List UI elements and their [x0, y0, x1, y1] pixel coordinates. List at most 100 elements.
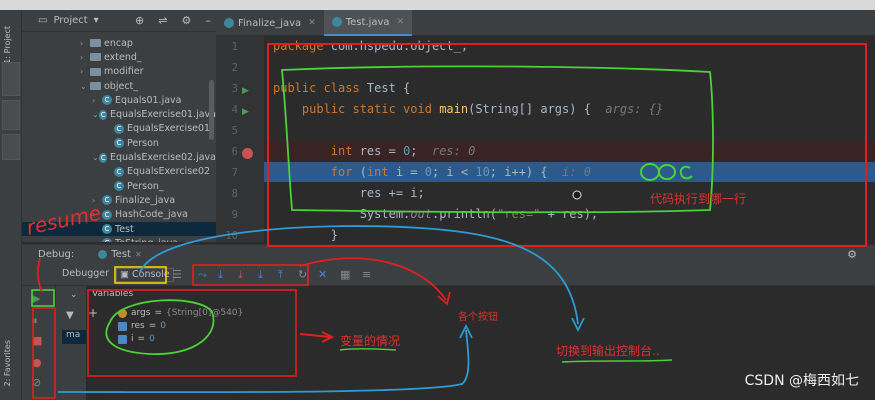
class-icon	[224, 18, 234, 28]
force-step-into-icon[interactable]: ⤓	[258, 268, 263, 282]
close-icon[interactable]: ✕	[308, 18, 316, 28]
layout-icon[interactable]: ≡	[362, 268, 371, 281]
equals-sign: =	[154, 308, 163, 318]
left-tool-strip: 1: Project 2: Favorites	[0, 10, 22, 400]
chevron-right-icon[interactable]: ›	[80, 53, 90, 62]
folder-icon: ▭	[38, 15, 48, 26]
step-over-icon[interactable]: ⤓	[218, 268, 223, 282]
project-tool-tab[interactable]: 1: Project	[3, 26, 17, 64]
equals-sign: =	[137, 334, 146, 344]
line-number: 6	[231, 146, 238, 158]
filter-icon[interactable]: ▼	[66, 310, 74, 321]
tree-item[interactable]: ⌄ C EqualsExercise02.java	[22, 150, 216, 164]
line-number: 8	[231, 188, 238, 200]
code-line: int res = 0; res: 0	[330, 144, 476, 158]
chevron-down-icon[interactable]: ⌄	[80, 82, 90, 91]
line-number: 7	[231, 167, 238, 179]
run-icon[interactable]: ▶	[242, 86, 249, 96]
class-icon: C	[102, 209, 112, 220]
resume-icon[interactable]: ▶	[32, 292, 40, 305]
close-icon[interactable]: ✕	[135, 250, 142, 259]
folder-icon	[90, 39, 101, 48]
tree-item[interactable]: C Person_	[22, 179, 216, 193]
tree-item[interactable]: › encap	[22, 36, 216, 50]
tree-item-label: Person	[127, 137, 159, 149]
debug-session-tab[interactable]: Test ✕	[98, 249, 142, 260]
gear-icon[interactable]: ⚙	[847, 248, 857, 261]
variables-title: Variables	[92, 289, 134, 299]
run-to-cursor-icon[interactable]: ✕	[318, 268, 327, 281]
variable-value: 0	[149, 334, 155, 344]
run-icon[interactable]: ▶	[242, 107, 249, 117]
tree-item[interactable]: ⌄ C EqualsExercise01.java	[22, 107, 216, 121]
chevron-right-icon[interactable]: ›	[92, 96, 102, 105]
code-line: }	[273, 228, 339, 242]
variable-row[interactable]: args = {String[0]@540}	[118, 308, 243, 318]
tab-finalize[interactable]: Finalize_java ✕	[216, 10, 324, 36]
tree-item-label: Test	[115, 223, 134, 235]
stack-frame[interactable]: ma	[62, 330, 86, 344]
current-line-note: 代码执行到哪一行	[650, 192, 747, 206]
line-number: 4	[231, 104, 238, 116]
equals-sign: =	[148, 321, 157, 331]
tree-item-label: Person_	[127, 180, 164, 192]
favorites-tool-tab[interactable]: 2: Favorites	[3, 340, 17, 386]
class-icon: C	[102, 95, 112, 106]
primitive-icon	[118, 334, 127, 344]
tree-item[interactable]: C EqualsExercise01	[22, 122, 216, 136]
mute-breakpoints-icon[interactable]: ⊘	[32, 376, 41, 389]
gear-icon[interactable]: ⚙	[181, 14, 191, 27]
line-number: 1	[231, 41, 238, 53]
chevron-down-icon[interactable]: ▾	[94, 15, 99, 26]
scrollbar[interactable]	[209, 80, 214, 140]
evaluate-icon[interactable]: ▦	[340, 268, 350, 281]
tree-item-label: object_	[104, 80, 139, 92]
tree-item[interactable]: C EqualsExercise02	[22, 165, 216, 179]
chevron-down-icon[interactable]: ⌄	[92, 110, 99, 119]
step-out-icon[interactable]: ⤒	[278, 268, 283, 282]
locate-icon[interactable]: ⊕	[135, 14, 144, 27]
tree-item[interactable]: › C Finalize_java	[22, 193, 216, 207]
chevron-down-icon[interactable]: ⌄	[70, 290, 78, 300]
breakpoint-icon[interactable]	[242, 148, 253, 159]
tree-item[interactable]: › C Equals01.java	[22, 93, 216, 107]
tree-item[interactable]: CToString_java	[22, 236, 216, 242]
tree-item[interactable]: › extend_	[22, 50, 216, 64]
add-watch-icon[interactable]: +	[88, 306, 98, 320]
code-editor[interactable]: package com.hspedu.object_; public class…	[264, 36, 875, 242]
chevron-right-icon[interactable]: ›	[80, 39, 90, 48]
show-execution-point-icon[interactable]: ⤳	[198, 268, 207, 282]
tree-item-label: EqualsExercise01	[127, 123, 211, 135]
menu-icon[interactable]: ☰	[172, 268, 182, 281]
object-icon	[118, 308, 127, 318]
tab-debugger[interactable]: Debugger	[62, 268, 109, 279]
tab-test[interactable]: Test.java ✕	[323, 10, 413, 36]
tree-item-label: EqualsExercise02.java	[109, 152, 216, 164]
chevron-right-icon[interactable]: ›	[80, 67, 90, 76]
code-line: for (int i = 0; i < 10; i++) { i: 0	[330, 165, 591, 179]
tree-item[interactable]: › modifier	[22, 65, 216, 79]
variable-value: {String[0]@540}	[166, 308, 244, 318]
minimize-icon[interactable]: –	[205, 14, 211, 27]
primitive-icon	[118, 321, 127, 331]
line-number: 9	[231, 209, 238, 221]
stop-icon[interactable]: ■	[32, 334, 42, 347]
project-title[interactable]: Project	[53, 15, 87, 26]
collapse-icon[interactable]: ⇌	[158, 14, 167, 27]
variable-row[interactable]: res = 0	[118, 321, 166, 331]
tree-item[interactable]: ⌄ object_	[22, 79, 216, 93]
chevron-down-icon[interactable]: ⌄	[92, 153, 99, 162]
variable-row[interactable]: i = 0	[118, 334, 155, 344]
pause-icon[interactable]: ⏸	[32, 314, 38, 328]
folder-icon	[90, 82, 101, 91]
step-into-icon[interactable]: ⤓	[238, 268, 243, 282]
tree-item[interactable]: C Person	[22, 136, 216, 150]
tab-console[interactable]: ▣ Console	[116, 268, 174, 282]
class-icon: C	[114, 181, 124, 192]
line-number: 2	[231, 62, 238, 74]
close-icon[interactable]: ✕	[397, 17, 405, 27]
tree-item-label: ToString_java	[115, 238, 178, 242]
code-line: res += i;	[273, 186, 425, 200]
view-breakpoints-icon[interactable]: ●	[32, 356, 42, 369]
drop-frame-icon[interactable]: ↻	[298, 268, 307, 281]
